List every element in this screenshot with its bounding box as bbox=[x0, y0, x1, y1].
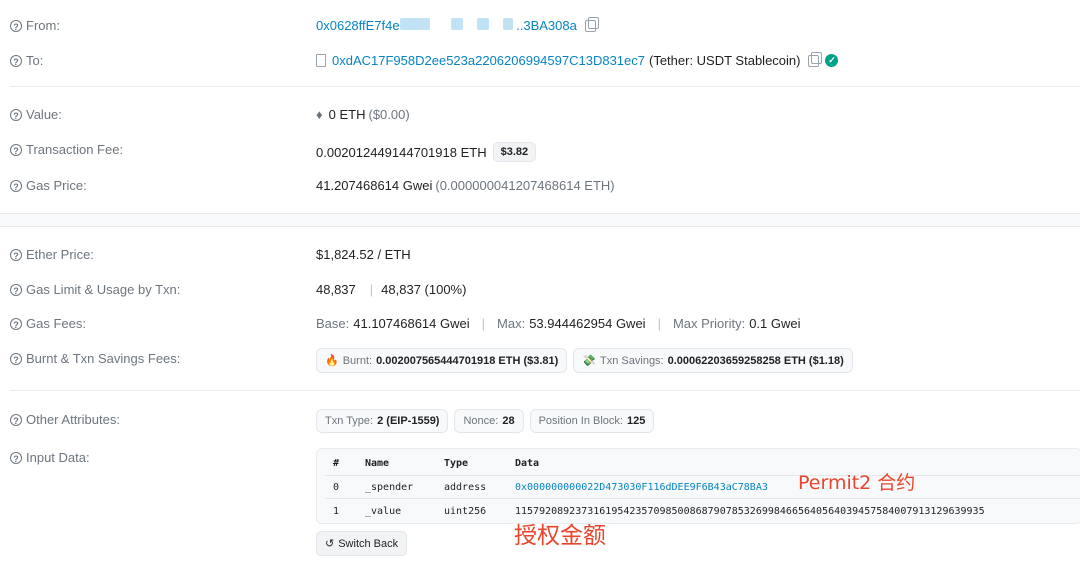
gas-fees-label: ? Gas Fees: bbox=[10, 316, 86, 331]
redacted-block bbox=[451, 18, 464, 30]
burnt-pill: 🔥 Burnt: 0.002007565444701918 ETH ($3.81… bbox=[316, 348, 568, 373]
fee-label: ? Transaction Fee: bbox=[10, 142, 123, 157]
table-cell: address bbox=[444, 482, 487, 493]
annotation-amount: 授权金额 bbox=[514, 523, 606, 549]
gas-limit-value: 48,837 | 48,837 (100%) bbox=[316, 282, 467, 297]
separator: | bbox=[657, 316, 661, 331]
annotation-permit2: Permit2 合约 bbox=[798, 472, 916, 494]
to-value: 0xdAC17F958D2ee523a2206206994597C13D831e… bbox=[316, 51, 839, 68]
money-icon: 💸 bbox=[582, 355, 597, 367]
transaction-details: ? From: 0x0628ffE7f4e ..3BA308a ? To: 0x… bbox=[0, 0, 1080, 563]
separator: | bbox=[369, 282, 374, 297]
gas-price-label: ? Gas Price: bbox=[10, 178, 87, 193]
ether-price-label: ? Ether Price: bbox=[10, 247, 94, 262]
help-icon: ? bbox=[10, 352, 22, 365]
gas-price-value: 41.207468614 Gwei (0.000000041207468614 … bbox=[316, 178, 615, 193]
col-header: # bbox=[333, 458, 340, 469]
col-header: Type bbox=[444, 458, 469, 469]
help-icon: ? bbox=[10, 451, 22, 464]
separator: | bbox=[481, 316, 486, 331]
txn-type-pill: Txn Type: 2 (EIP-1559) bbox=[316, 409, 449, 433]
burnt-value: 🔥 Burnt: 0.002007565444701918 ETH ($3.81… bbox=[316, 348, 853, 373]
contract-icon bbox=[316, 54, 326, 67]
copy-icon[interactable] bbox=[808, 51, 823, 67]
input-label: ? Input Data: bbox=[10, 450, 90, 465]
input-data-table: # Name Type Data 0 _spender address 0x00… bbox=[316, 448, 1080, 524]
switch-back-button[interactable]: ↺ Switch Back bbox=[316, 531, 408, 556]
divider bbox=[10, 86, 1080, 87]
help-icon: ? bbox=[10, 248, 22, 261]
verified-check-icon: ✓ bbox=[825, 54, 839, 67]
redacted-block bbox=[399, 18, 430, 30]
spender-address-link[interactable]: 0x000000000022D473030F116dDEE9F6B43aC78B… bbox=[515, 482, 768, 493]
copy-icon[interactable] bbox=[584, 16, 599, 32]
gas-fees-value: Base: 41.107468614 Gwei | Max: 53.944462… bbox=[316, 316, 801, 331]
to-name: (Tether: USDT Stablecoin) bbox=[648, 53, 801, 68]
redacted-block bbox=[502, 18, 513, 30]
col-header: Data bbox=[515, 458, 540, 469]
value-value: ♦ 0 ETH ($0.00) bbox=[316, 107, 410, 122]
savings-pill: 💸 Txn Savings: 0.00062203659258258 ETH (… bbox=[573, 348, 853, 373]
burnt-label: ? Burnt & Txn Savings Fees: bbox=[10, 351, 180, 366]
row-divider bbox=[325, 498, 1080, 499]
help-icon: ? bbox=[10, 143, 22, 156]
to-address[interactable]: 0xdAC17F958D2ee523a2206206994597C13D831e… bbox=[332, 53, 645, 68]
from-value: 0x0628ffE7f4e ..3BA308a bbox=[316, 16, 599, 33]
undo-icon: ↺ bbox=[325, 538, 335, 550]
table-cell: _spender bbox=[365, 482, 414, 493]
table-cell: 1 bbox=[333, 506, 340, 517]
other-value: Txn Type: 2 (EIP-1559) Nonce: 28 Positio… bbox=[316, 409, 655, 433]
table-cell: uint256 bbox=[444, 506, 487, 517]
help-icon: ? bbox=[10, 179, 22, 192]
help-icon: ? bbox=[10, 108, 22, 121]
gas-limit-label: ? Gas Limit & Usage by Txn: bbox=[10, 282, 180, 297]
position-pill: Position In Block: 125 bbox=[529, 409, 655, 433]
from-label: ? From: bbox=[10, 18, 60, 33]
row-divider bbox=[325, 475, 1080, 476]
fee-usd-badge: $3.82 bbox=[492, 142, 537, 162]
divider bbox=[10, 390, 1080, 391]
section-band bbox=[0, 213, 1080, 227]
fee-value: 0.002012449144701918 ETH $3.82 bbox=[316, 142, 537, 162]
table-cell: _value bbox=[365, 506, 402, 517]
nonce-pill: Nonce: 28 bbox=[454, 409, 524, 433]
col-header: Name bbox=[365, 458, 390, 469]
eth-icon: ♦ bbox=[316, 107, 323, 122]
help-icon: ? bbox=[10, 54, 22, 67]
help-icon: ? bbox=[10, 413, 22, 426]
help-icon: ? bbox=[10, 317, 22, 330]
from-address[interactable]: 0x0628ffE7f4e ..3BA308a bbox=[316, 18, 577, 33]
other-label: ? Other Attributes: bbox=[10, 412, 120, 427]
redacted-block bbox=[476, 18, 489, 30]
ether-price-value: $1,824.52 / ETH bbox=[316, 247, 411, 262]
help-icon: ? bbox=[10, 19, 22, 32]
table-cell: 0 bbox=[333, 482, 340, 493]
help-icon: ? bbox=[10, 283, 22, 296]
fire-icon: 🔥 bbox=[325, 355, 339, 367]
value-label: ? Value: bbox=[10, 107, 62, 122]
to-label: ? To: bbox=[10, 53, 43, 68]
